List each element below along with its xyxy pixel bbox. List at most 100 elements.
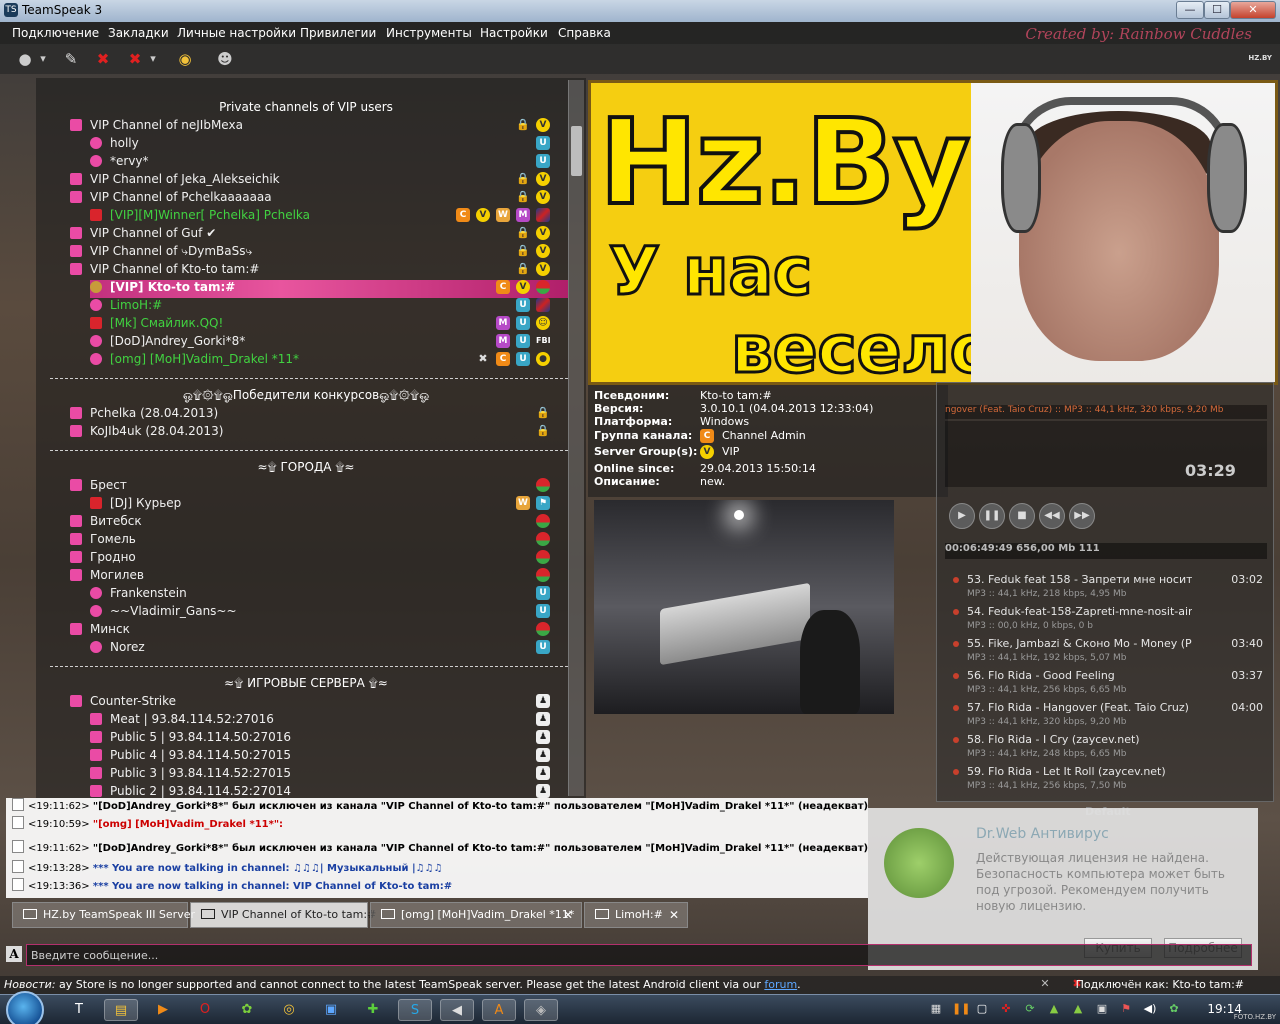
playlist-item[interactable]: 57. Flo Rida - Hangover (Feat. Taio Cruz… bbox=[953, 701, 1263, 733]
maximize-button[interactable]: ☐ bbox=[1204, 1, 1230, 19]
client-item[interactable]: holly U bbox=[90, 136, 568, 154]
channel-item[interactable]: Public 5 | 93.84.114.50:27016 ♟ bbox=[90, 730, 568, 748]
chat-tab[interactable]: VIP Channel of Kto-to tam:# bbox=[190, 902, 376, 928]
channel-spacer[interactable]: ≈۩ ГОРОДА ۩≈ bbox=[36, 460, 576, 478]
tray-antivirus-icon[interactable]: ✜ bbox=[998, 1001, 1014, 1017]
away-icon[interactable]: ◉ bbox=[174, 49, 196, 69]
client-item[interactable]: Frankenstein U bbox=[90, 586, 568, 604]
playlist-item[interactable]: 58. Flo Rida - I Cry (zaycev.net) MP3 :: … bbox=[953, 733, 1263, 765]
channel-item[interactable]: VIP Channel of Jeka_Alekseichik V 🔒 bbox=[70, 172, 568, 190]
minimize-button[interactable]: — bbox=[1176, 1, 1204, 19]
playlist-item[interactable]: 55. Fike, Jambazi & Сконо Мо - Money (Pr… bbox=[953, 637, 1263, 669]
forum-link[interactable]: forum bbox=[764, 978, 797, 991]
tray-icq-icon[interactable]: ✿ bbox=[1166, 1001, 1182, 1017]
menu-bookmarks[interactable]: Закладки bbox=[108, 26, 169, 40]
client-item[interactable]: LimoH:# U bbox=[90, 298, 568, 316]
volume-icon[interactable]: ◀ bbox=[440, 999, 474, 1021]
channel-item[interactable]: Meat | 93.84.114.52:27016 ♟ bbox=[90, 712, 568, 730]
skype-icon[interactable]: S bbox=[398, 999, 432, 1021]
client-item[interactable]: ~~Vladimir_Gans~~ U bbox=[90, 604, 568, 622]
channel-item[interactable]: Гродно bbox=[70, 550, 568, 568]
chat-tab[interactable]: [omg] [MoH]Vadim_Drakel *11* ✕ bbox=[370, 902, 582, 928]
close-button[interactable]: ✕ bbox=[1230, 1, 1276, 19]
stop-icon[interactable]: ■ bbox=[1009, 503, 1035, 529]
play-icon[interactable]: ▶ bbox=[949, 503, 975, 529]
contacts-icon[interactable]: ☻ bbox=[214, 49, 236, 69]
chat-log[interactable]: <19:11:62> "[DoD]Andrey_Gorki*8*" был ис… bbox=[6, 798, 868, 898]
icq-icon[interactable]: ✿ bbox=[230, 999, 264, 1021]
close-tab-icon[interactable]: ✕ bbox=[669, 903, 679, 927]
connect-icon[interactable]: ● bbox=[14, 49, 36, 69]
tray-android-icon[interactable]: ▲ bbox=[1046, 1001, 1062, 1017]
channel-item[interactable]: Public 4 | 93.84.114.50:27015 ♟ bbox=[90, 748, 568, 766]
dropdown-arrow-icon[interactable]: ▾ bbox=[146, 49, 160, 69]
channel-item[interactable]: KoJIb4uk (28.04.2013) 🔒 bbox=[70, 424, 568, 442]
close-tab-icon[interactable]: ✕ bbox=[563, 903, 573, 927]
channel-spacer[interactable]: ஓ۩۞۩ஓПобедители конкурсовஓ۩۞۩ஓ bbox=[36, 388, 576, 406]
chrome-icon[interactable]: ◎ bbox=[272, 999, 306, 1021]
close-news-icon[interactable]: ✕ bbox=[1038, 977, 1052, 991]
playlist-item[interactable]: 54. Feduk-feat-158-Zapreti-mne-nosit-air… bbox=[953, 605, 1263, 637]
tray-lock-icon[interactable]: ▣ bbox=[1094, 1001, 1110, 1017]
playlist-item[interactable]: 59. Flo Rida - Let It Roll (zaycev.net) M… bbox=[953, 765, 1263, 797]
start-button[interactable] bbox=[6, 991, 44, 1024]
game-icon[interactable]: ✚ bbox=[356, 999, 390, 1021]
photoshop-icon[interactable]: ▣ bbox=[314, 999, 348, 1021]
tray-android-icon[interactable]: ▲ bbox=[1070, 1001, 1086, 1017]
explorer-icon[interactable]: ▤ bbox=[104, 999, 138, 1021]
client-item[interactable]: [DoD]Andrey_Gorki*8* FBI U M bbox=[90, 334, 568, 352]
channel-item[interactable]: VIP Channel of neJIbMexa V 🔒 bbox=[70, 118, 568, 136]
channel-spacer[interactable]: Private channels of VIP users bbox=[36, 100, 576, 118]
channel-item[interactable]: Public 3 | 93.84.114.52:27015 ♟ bbox=[90, 766, 568, 784]
menu-self[interactable]: Личные настройки bbox=[177, 26, 296, 40]
channel-spacer[interactable]: ≈۩ ИГРОВЫЕ СЕРВЕРА ۩≈ bbox=[36, 676, 576, 694]
tree-scrollbar[interactable] bbox=[568, 80, 584, 796]
channel-item[interactable]: Counter-Strike ♟ bbox=[70, 694, 568, 712]
menu-tools[interactable]: Инструменты bbox=[386, 26, 472, 40]
chat-message-input[interactable] bbox=[26, 944, 1252, 966]
client-item[interactable]: [VIP] Kto-to tam:# V C bbox=[90, 280, 568, 298]
disconnect-icon[interactable]: ✖ bbox=[92, 49, 114, 69]
opera-icon[interactable]: O bbox=[188, 999, 222, 1021]
playlist-item[interactable]: 56. Flo Rida - Good Feeling 03:37 MP3 :: 4… bbox=[953, 669, 1263, 701]
menu-settings[interactable]: Настройки bbox=[480, 26, 548, 40]
channel-item[interactable]: Брест bbox=[70, 478, 568, 496]
client-item[interactable]: [VIP][M]Winner[ Pchelka] Pchelka M W V C bbox=[90, 208, 568, 226]
tray-volume-icon[interactable]: ◀) bbox=[1142, 1001, 1158, 1017]
channel-item[interactable]: VIP Channel of Guf ✔ V 🔒 bbox=[70, 226, 568, 244]
tray-window-icon[interactable]: ▢ bbox=[974, 1001, 990, 1017]
menu-help[interactable]: Справка bbox=[558, 26, 611, 40]
channel-tree[interactable]: Private channels of VIP users VIP Channel… bbox=[36, 78, 586, 798]
channel-item[interactable]: Минск bbox=[70, 622, 568, 640]
dropdown-arrow-icon[interactable]: ▾ bbox=[36, 49, 50, 69]
tray-update-icon[interactable]: ⟳ bbox=[1022, 1001, 1038, 1017]
channel-item[interactable]: Public 2 | 93.84.114.52:27014 ♟ bbox=[90, 784, 568, 798]
client-item[interactable]: Norez U bbox=[90, 640, 568, 658]
bookmark-icon[interactable]: ✎ bbox=[60, 49, 82, 69]
chat-tab[interactable]: HZ.by TeamSpeak III Server bbox=[12, 902, 195, 928]
font-format-icon[interactable]: A bbox=[6, 946, 22, 962]
playlist-item[interactable]: 53. Feduk feat 158 - Запрети мне носить … bbox=[953, 573, 1263, 605]
client-item[interactable]: [DJ] Курьер ⚑ W bbox=[90, 496, 568, 514]
menu-connections[interactable]: Подключение bbox=[12, 26, 99, 40]
channel-item[interactable]: VIP Channel of Kto-to tam:# V 🔒 bbox=[70, 262, 568, 280]
teamspeak-icon[interactable]: ◈ bbox=[524, 999, 558, 1021]
channel-item[interactable]: VIP Channel of ⤷DymBaSs⤷ V 🔒 bbox=[70, 244, 568, 262]
tray-flag-icon[interactable]: ⚑ bbox=[1118, 1001, 1134, 1017]
tray-player-icon[interactable]: ❚❚ bbox=[952, 1001, 970, 1017]
chat-tab[interactable]: LimoH:# ✕ bbox=[584, 902, 688, 928]
pause-icon[interactable]: ❚❚ bbox=[979, 503, 1005, 529]
tray-keyboard-icon[interactable]: ▦ bbox=[928, 1001, 944, 1017]
previous-icon[interactable]: ◀◀ bbox=[1039, 503, 1065, 529]
channel-item[interactable]: Гомель bbox=[70, 532, 568, 550]
client-item[interactable]: [omg] [MoH]Vadim_Drakel *11* ● U C ✖ bbox=[90, 352, 568, 370]
media-player-icon[interactable]: ▶ bbox=[146, 999, 180, 1021]
client-item[interactable]: [Mk] Смайлик.QQ! ☺ U M bbox=[90, 316, 568, 334]
scrollbar-thumb[interactable] bbox=[571, 126, 582, 176]
teamspeak-icon[interactable]: T bbox=[62, 999, 96, 1021]
channel-item[interactable]: VIP Channel of Pchelkaaaaaaa V 🔒 bbox=[70, 190, 568, 208]
menu-permissions[interactable]: Привилегии bbox=[300, 26, 376, 40]
aimp-icon[interactable]: A bbox=[482, 999, 516, 1021]
channel-item[interactable]: Могилев bbox=[70, 568, 568, 586]
client-item[interactable]: *ervy* U bbox=[90, 154, 568, 172]
